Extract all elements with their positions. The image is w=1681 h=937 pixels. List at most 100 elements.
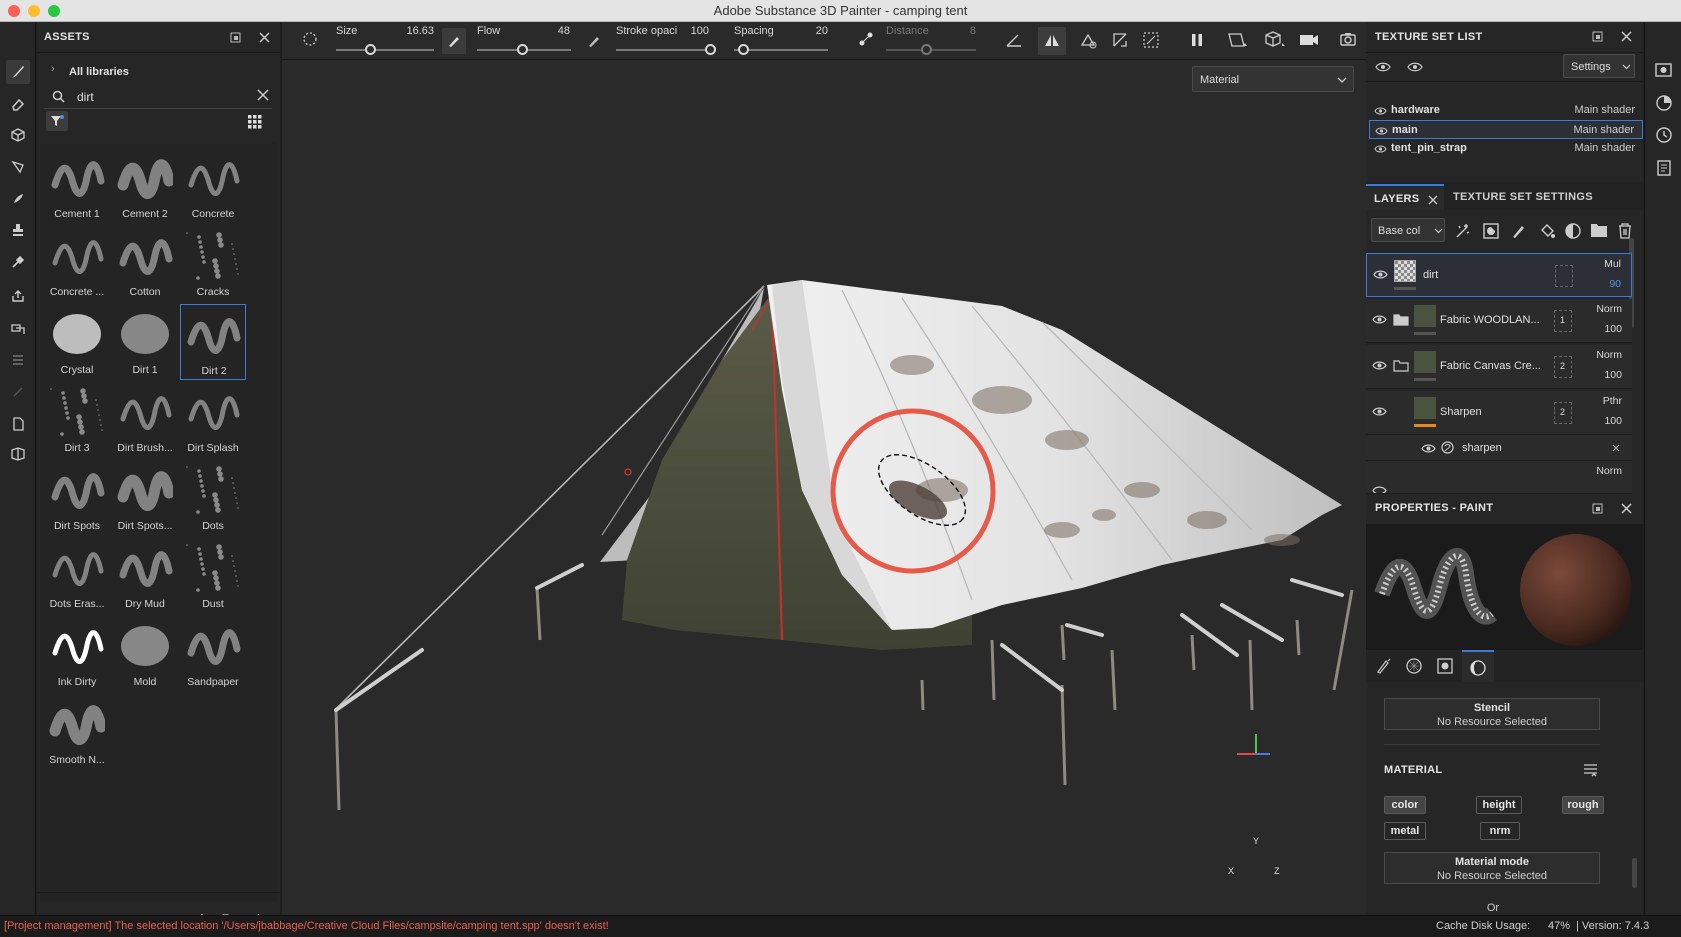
asset-thumbnail[interactable]: Crystal [44,304,110,380]
clear-search-icon[interactable] [257,89,269,101]
add-mask-icon[interactable] [1482,222,1500,240]
assets-search-input[interactable]: dirt [77,90,94,104]
asset-thumbnail[interactable]: Dots Eras... [44,538,110,614]
eye-icon[interactable] [1372,406,1387,417]
tab-texture-set-settings[interactable]: TEXTURE SET SETTINGS [1453,191,1593,203]
layer-row[interactable]: Sharpen 2 Pthr 100 [1366,391,1632,435]
asset-thumbnail[interactable]: Dirt 2 [180,304,246,380]
occlusion-icon[interactable] [1142,31,1160,49]
undock-icon[interactable] [1592,503,1603,514]
layer-mask-slot[interactable]: 2 [1554,356,1572,378]
folder-icon[interactable] [1393,313,1409,326]
layer-opacity[interactable]: 90 [1609,278,1621,290]
layer-row[interactable]: dirt Mul 90 [1366,253,1632,297]
eye-icon[interactable] [1373,269,1388,280]
tab-layers[interactable]: LAYERS [1366,184,1444,210]
add-effect-icon[interactable] [1454,222,1472,240]
channel-rough-button[interactable]: rough [1562,796,1604,814]
asset-thumbnail[interactable]: Cement 2 [112,148,178,224]
alpha-tab-icon[interactable] [1406,658,1422,674]
3d-viewport[interactable]: Material Y X Z [282,60,1366,915]
eraser-tool[interactable] [6,92,30,116]
settings-dropdown[interactable]: Settings [1563,54,1635,78]
properties-scrollbar[interactable] [1632,858,1637,888]
close-assets-button[interactable] [257,30,271,44]
maximize-window-button[interactable] [48,5,60,17]
shader-settings-icon[interactable] [1655,94,1673,112]
menu-lines-icon[interactable] [1583,763,1599,777]
asset-thumbnail[interactable]: Cotton [112,226,178,302]
add-paint-layer-icon[interactable] [1510,222,1528,240]
color-picker-tool[interactable] [6,250,30,274]
minimize-window-button[interactable] [28,5,40,17]
texture-set-row[interactable]: tent_pin_strap Main shader [1369,139,1643,158]
spacing-value[interactable]: 20 [782,25,828,37]
texture-set-shader[interactable]: Main shader [1574,104,1635,116]
channel-height-button[interactable]: height [1476,796,1522,814]
stroke-opacity-value[interactable]: 100 [677,25,709,37]
close-icon[interactable] [1621,31,1632,42]
close-icon[interactable] [1621,503,1632,514]
lazy-mouse-icon[interactable] [858,31,874,47]
layer-opacity[interactable]: 100 [1604,369,1622,381]
size-slider-knob[interactable] [364,44,376,55]
asset-thumbnail[interactable]: Sandpaper [180,616,246,692]
display-settings-tool[interactable] [6,442,30,466]
layer-blend-mode[interactable]: Norm [1596,303,1622,315]
add-fill-layer-icon[interactable] [1538,222,1556,240]
layer-blend-mode[interactable]: Mul [1604,258,1621,270]
asset-thumbnail[interactable]: Dry Mud [112,538,178,614]
screenshot-icon[interactable] [1339,30,1357,48]
filter-button[interactable] [46,111,68,131]
asset-thumbnail[interactable]: Dirt Spots [44,460,110,536]
viewport-mode-icon[interactable] [1227,31,1249,49]
texture-set-shader[interactable]: Main shader [1573,124,1634,136]
layer-opacity[interactable]: 100 [1604,415,1622,427]
folder-icon[interactable] [1393,359,1409,372]
add-smart-material-icon[interactable] [1564,222,1582,240]
channel-select[interactable]: Base col [1371,218,1445,242]
paint-brush-tool[interactable] [6,60,30,84]
mesh-cube-icon[interactable] [1264,30,1286,50]
asset-thumbnail[interactable]: Dirt Brush... [112,382,178,458]
size-slider-track[interactable] [336,49,434,51]
effect-row[interactable]: sharpen [1366,435,1632,461]
stencil-slot[interactable]: Stencil No Resource Selected [1384,698,1600,730]
layer-row[interactable]: Norm [1366,461,1632,494]
asset-thumbnail[interactable]: Dirt Spots... [112,460,178,536]
library-breadcrumb[interactable]: All libraries [69,66,129,78]
layer-row[interactable]: Fabric Canvas Cre... 2 Norm 100 [1366,345,1632,389]
channel-color-button[interactable]: color [1384,796,1426,814]
asset-thumbnail[interactable]: Dirt 3 [44,382,110,458]
close-window-button[interactable] [8,5,20,17]
eye-icon[interactable] [1374,144,1387,154]
asset-thumbnail[interactable]: Concrete ... [44,226,110,302]
asset-thumbnail[interactable]: Cement 1 [44,148,110,224]
layer-mask-slot[interactable] [1555,265,1573,287]
eye-icon[interactable] [1372,360,1387,371]
pause-icon[interactable] [1190,33,1204,47]
spacing-slider-knob[interactable] [737,44,749,55]
asset-thumbnail[interactable]: Dirt 1 [112,304,178,380]
bake-tool[interactable] [6,284,30,308]
asset-thumbnail[interactable]: Dirt Splash [180,382,246,458]
distance-value[interactable]: 8 [932,25,976,37]
geometry-mask-tool[interactable] [6,316,30,340]
texture-set-row[interactable]: hardware Main shader [1369,101,1643,120]
tiling-icon[interactable] [1079,32,1099,50]
flow-slider-knob[interactable] [516,44,528,55]
eye-icon[interactable] [1375,126,1388,136]
layer-row[interactable]: Fabric WOODLAN... 1 Norm 100 [1366,299,1632,343]
polygon-fill-tool[interactable] [6,155,30,179]
texture-set-shader[interactable]: Main shader [1574,142,1635,154]
eye-icon[interactable] [1374,106,1387,116]
eye-icon[interactable] [1407,60,1425,74]
channel-metal-button[interactable]: metal [1384,822,1426,840]
asset-thumbnail[interactable]: Ink Dirty [44,616,110,692]
log-icon[interactable] [1655,159,1673,177]
brush-shape-icon[interactable] [302,31,318,47]
smudge-tool[interactable] [6,187,30,211]
clone-tool[interactable] [6,218,30,242]
flow-pressure-icon[interactable] [587,34,601,48]
stencil-tab-icon[interactable] [1437,658,1453,674]
